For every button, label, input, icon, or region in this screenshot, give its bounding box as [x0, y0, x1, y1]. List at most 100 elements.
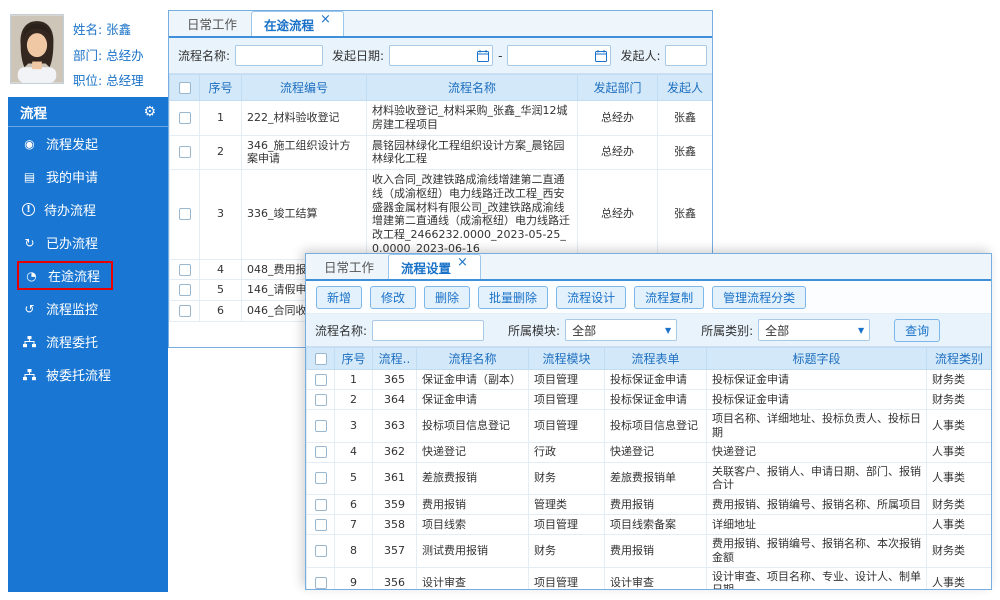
table-row[interactable]: 1365保证金申请（副本）项目管理投标保证金申请投标保证金申请财务类: [307, 370, 992, 390]
select-all-checkbox[interactable]: [315, 353, 327, 365]
filter-label-module: 所属模块:: [508, 322, 560, 339]
row-checkbox[interactable]: [315, 394, 327, 406]
column-header-category: 流程类别: [927, 348, 992, 370]
gear-icon[interactable]: ⚙: [143, 104, 156, 120]
sidebar-item-1[interactable]: ▤我的申请: [8, 160, 168, 193]
row-checkbox[interactable]: [315, 519, 327, 531]
toolbar-button-2[interactable]: 删除: [424, 286, 470, 309]
row-checkbox[interactable]: [315, 577, 327, 589]
process-name-input[interactable]: [235, 45, 323, 66]
row-checkbox[interactable]: [315, 446, 327, 458]
cell-module: 项目管理: [529, 567, 605, 590]
chevron-down-icon: ▼: [858, 326, 864, 335]
process-name-input[interactable]: [372, 320, 484, 341]
toolbar-button-0[interactable]: 新增: [316, 286, 362, 309]
cell-checkbox: [307, 442, 335, 462]
cell-seq: 5: [200, 280, 242, 301]
table-row[interactable]: 6359费用报销管理类费用报销费用报销、报销编号、报销名称、所属项目财务类: [307, 495, 992, 515]
tab-w1-1[interactable]: 在途流程 ×: [251, 11, 344, 36]
w2-toolbar: 新增修改删除批量删除流程设计流程复制管理流程分类: [306, 281, 991, 314]
table-row[interactable]: 4362快递登记行政快递登记快递登记人事类: [307, 442, 992, 462]
table-row[interactable]: 3336_竣工结算收入合同_改建铁路成渝线增建第二直通线（成渝枢纽）电力线路迁改…: [170, 170, 713, 260]
cell-seq: 3: [200, 170, 242, 260]
profile-position: 职位: 总经理: [73, 70, 144, 89]
cell-code: 358: [373, 515, 417, 535]
tab-label: 流程设置: [401, 258, 451, 277]
tab-w2-0[interactable]: 日常工作: [312, 254, 386, 279]
toolbar-button-3[interactable]: 批量删除: [478, 286, 548, 309]
tab-label: 在途流程: [264, 15, 314, 34]
cell-checkbox: [307, 462, 335, 495]
cell-form: 费用报销: [605, 535, 707, 568]
column-header-name: 流程名称: [367, 75, 578, 101]
sidebar-item-4[interactable]: ◔在途流程: [8, 259, 168, 292]
table-row[interactable]: 7358项目线索项目管理项目线索备案详细地址人事类: [307, 515, 992, 535]
tab-w1-0[interactable]: 日常工作: [175, 11, 249, 36]
row-checkbox[interactable]: [179, 112, 191, 124]
row-checkbox[interactable]: [315, 420, 327, 432]
cell-name: 快递登记: [417, 442, 529, 462]
close-icon[interactable]: ×: [320, 15, 331, 25]
calendar-icon[interactable]: [595, 50, 607, 62]
cell-form: 投标保证金申请: [605, 370, 707, 390]
sidebar-item-2[interactable]: !待办流程: [8, 193, 168, 226]
cell-title_field: 费用报销、报销编号、报销名称、本次报销金额: [707, 535, 927, 568]
table-row[interactable]: 9356设计审查项目管理设计审查设计审查、项目名称、专业、设计人、制单日期人事类: [307, 567, 992, 590]
module-select[interactable]: 全部 ▼: [565, 319, 677, 341]
cell-category: 财务类: [927, 495, 992, 515]
table-row[interactable]: 3363投标项目信息登记项目管理投标项目信息登记项目名称、详细地址、投标负责人、…: [307, 410, 992, 443]
row-checkbox[interactable]: [315, 499, 327, 511]
sidebar-item-label: 流程监控: [46, 299, 98, 318]
select-all-checkbox[interactable]: [179, 82, 191, 94]
column-header-seq: 序号: [200, 75, 242, 101]
search-button[interactable]: 查询: [894, 319, 940, 342]
column-header-dept: 发起部门: [578, 75, 658, 101]
cell-code: 222_材料验收登记: [242, 101, 367, 136]
cell-seq: 9: [335, 567, 373, 590]
module-select-value: 全部: [572, 322, 596, 339]
table-row[interactable]: 1222_材料验收登记材料验收登记_材料采购_张鑫_华润12城房建工程项目总经办…: [170, 101, 713, 136]
row-checkbox[interactable]: [179, 146, 191, 158]
toolbar-button-5[interactable]: 流程复制: [634, 286, 704, 309]
cell-title_field: 详细地址: [707, 515, 927, 535]
broadcast-icon: ◉: [22, 137, 37, 151]
filter-label-start-date: 发起日期:: [332, 47, 384, 64]
sidebar-item-6[interactable]: 流程委托: [8, 325, 168, 358]
sidebar-item-5[interactable]: ↺ 流程监控: [8, 292, 168, 325]
cell-form: 项目线索备案: [605, 515, 707, 535]
sidebar-item-7[interactable]: 被委托流程: [8, 358, 168, 391]
calendar-icon[interactable]: [477, 50, 489, 62]
cell-seq: 2: [200, 135, 242, 170]
initiator-input[interactable]: [665, 45, 707, 66]
cell-checkbox: [307, 495, 335, 515]
toolbar-button-6[interactable]: 管理流程分类: [712, 286, 806, 309]
cell-code: 364: [373, 390, 417, 410]
cell-name: 设计审查: [417, 567, 529, 590]
profile-name: 姓名: 张鑫: [73, 19, 144, 38]
row-checkbox[interactable]: [179, 305, 191, 317]
row-checkbox[interactable]: [179, 264, 191, 276]
cell-module: 财务: [529, 535, 605, 568]
row-checkbox[interactable]: [315, 545, 327, 557]
cell-seq: 6: [335, 495, 373, 515]
tab-w2-1[interactable]: 流程设置 ×: [388, 254, 481, 279]
sidebar-item-0[interactable]: ◉流程发起: [8, 127, 168, 160]
table-row[interactable]: 5361差旅费报销财务差旅费报销单关联客户、报销人、申请日期、部门、报销合计人事…: [307, 462, 992, 495]
sidebar-item-3[interactable]: ↻已办流程: [8, 226, 168, 259]
cell-category: 人事类: [927, 462, 992, 495]
table-row[interactable]: 2364保证金申请项目管理投标保证金申请投标保证金申请财务类: [307, 390, 992, 410]
close-icon[interactable]: ×: [457, 258, 468, 268]
row-checkbox[interactable]: [315, 374, 327, 386]
table-row[interactable]: 2346_施工组织设计方案申请晨铭园林绿化工程组织设计方案_晨铭园林绿化工程总经…: [170, 135, 713, 170]
toolbar-button-4[interactable]: 流程设计: [556, 286, 626, 309]
toolbar-button-1[interactable]: 修改: [370, 286, 416, 309]
row-checkbox[interactable]: [315, 472, 327, 484]
row-checkbox[interactable]: [179, 284, 191, 296]
row-checkbox[interactable]: [179, 208, 191, 220]
cell-checkbox: [307, 515, 335, 535]
table-row[interactable]: 8357测试费用报销财务费用报销费用报销、报销编号、报销名称、本次报销金额财务类: [307, 535, 992, 568]
monitor-refresh-icon: ↺: [22, 302, 37, 316]
category-select[interactable]: 全部 ▼: [758, 319, 870, 341]
cell-name: 保证金申请: [417, 390, 529, 410]
column-header-code: 流程..: [373, 348, 417, 370]
